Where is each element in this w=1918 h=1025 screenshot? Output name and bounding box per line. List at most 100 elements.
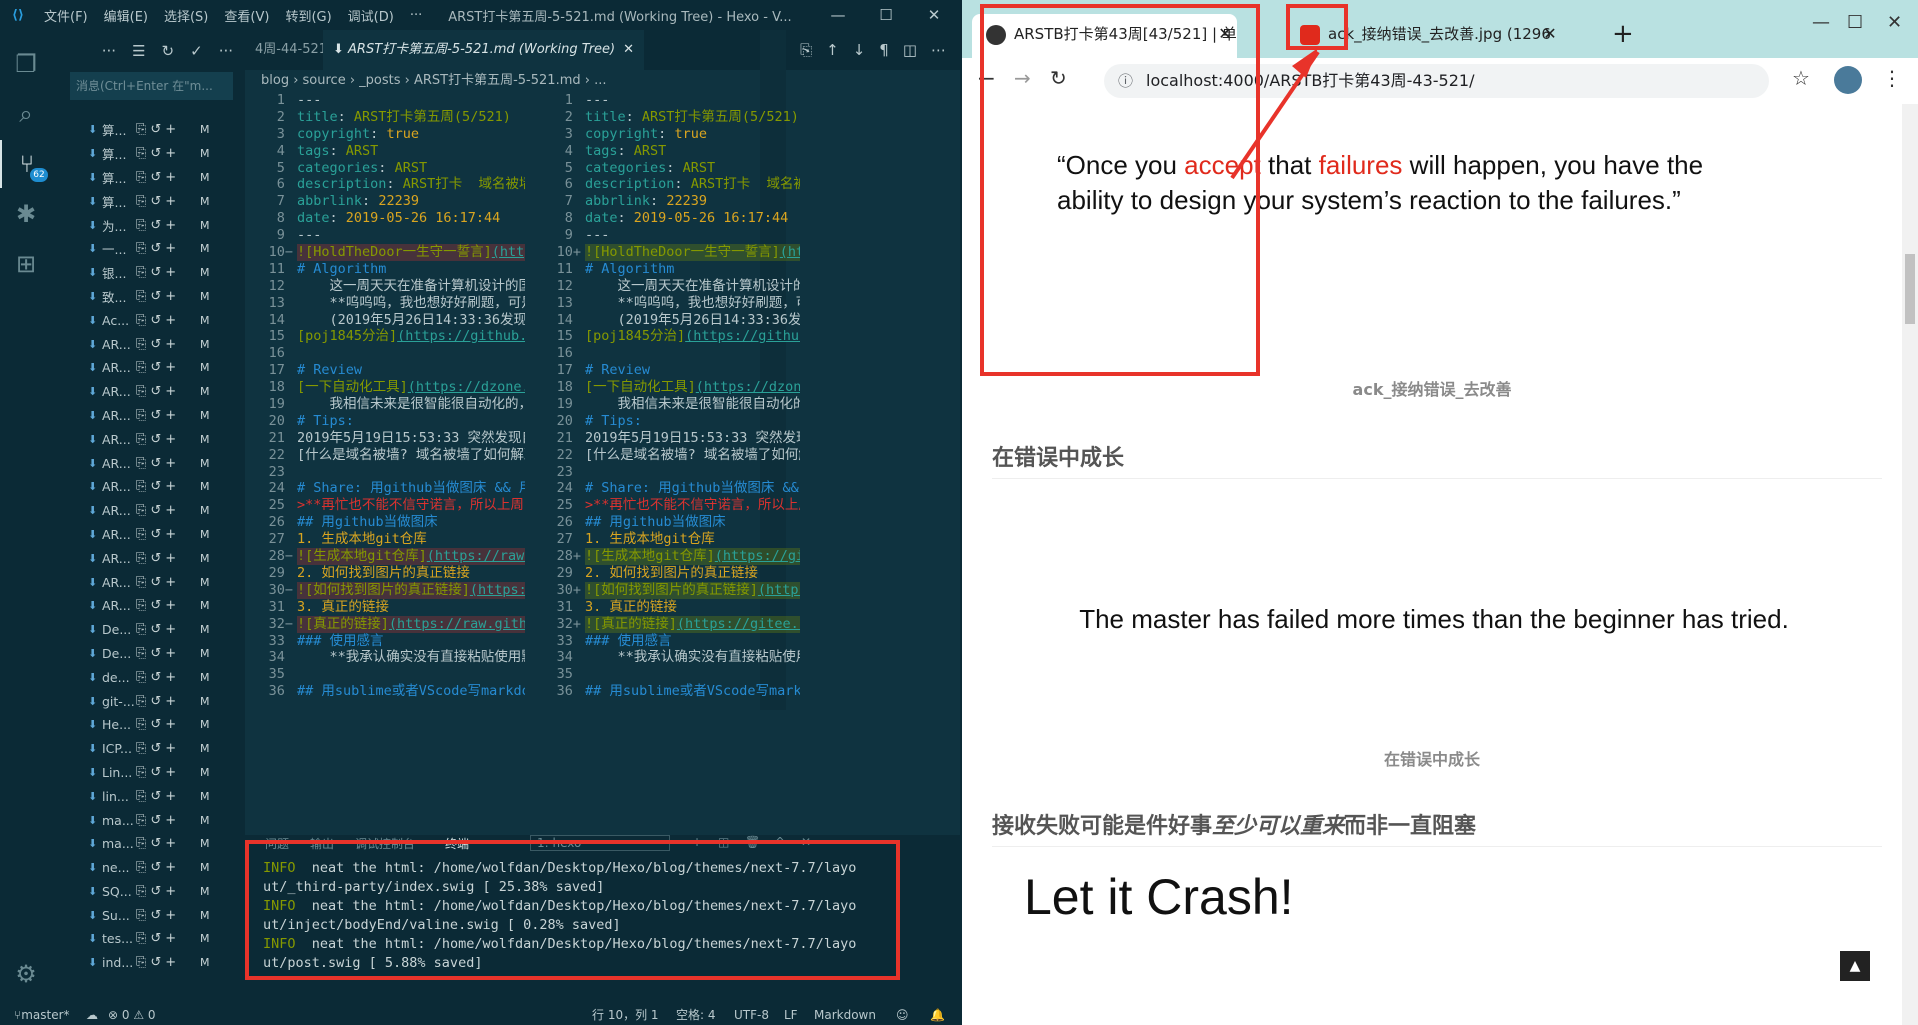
split-terminal-icon[interactable]: ◫ <box>718 835 729 849</box>
browser-tab-image[interactable]: ack_接纳错误_去改善.jpg (1296 ✕ <box>1290 16 1562 52</box>
scm-item-actions[interactable]: ⎘↺+ <box>136 408 200 423</box>
scm-item-actions[interactable]: ⎘↺+ <box>136 337 200 352</box>
profile-avatar[interactable] <box>1834 66 1862 94</box>
scm-item-actions[interactable]: ⎘↺+ <box>136 789 200 804</box>
menu-selection[interactable]: 选择(S) <box>156 6 216 25</box>
scm-item-actions[interactable]: ⎘↺+ <box>136 218 200 233</box>
scm-file-item[interactable]: ⬇ AR... ⎘↺+ M <box>52 523 245 547</box>
scm-file-item[interactable]: ⬇ De... ⎘↺+ M <box>52 618 245 642</box>
scm-more-icon[interactable]: ··· <box>102 42 116 60</box>
maximize-panel-icon[interactable]: ^ <box>775 835 785 849</box>
scm-file-item[interactable]: ⬇ 算... ⎘↺+ M <box>52 142 245 166</box>
scm-file-item[interactable]: ⬇ AR... ⎘↺+ M <box>52 570 245 594</box>
open-file-icon[interactable]: ⎘ <box>800 41 826 59</box>
diff-right-pane[interactable]: 1 2 3 4 5 6 7 8 9 10+ 11 12 13 14 15 16 1… <box>533 92 803 772</box>
extensions-icon[interactable]: ⊞ <box>0 240 52 288</box>
encoding-status[interactable]: UTF-8 <box>734 1005 769 1025</box>
scm-item-actions[interactable]: ⎘↺+ <box>136 836 200 851</box>
scm-item-actions[interactable]: ⎘↺+ <box>136 575 200 590</box>
back-arrow-icon[interactable]: ← <box>978 66 995 90</box>
bookmark-star-icon[interactable]: ☆ <box>1792 66 1810 90</box>
scm-file-item[interactable]: ⬇ AR... ⎘↺+ M <box>52 475 245 499</box>
scm-file-item[interactable]: ⬇ 为... ⎘↺+ M <box>52 213 245 237</box>
scm-item-actions[interactable]: ⎘↺+ <box>136 622 200 637</box>
next-change-icon[interactable]: ↓ <box>853 41 880 59</box>
terminal-select[interactable]: 1: hexo <box>530 835 670 851</box>
new-terminal-icon[interactable]: + <box>692 835 702 849</box>
scm-file-item[interactable]: ⬇ 算... ⎘↺+ M <box>52 118 245 142</box>
search-icon[interactable]: ⌕ <box>0 90 52 138</box>
kill-terminal-icon[interactable]: 🗑 <box>745 835 760 849</box>
scm-refresh-icon[interactable]: ↻ <box>162 42 175 60</box>
tab-week5-working-tree[interactable]: ⬇ ARST打卡第五周-5-521.md (Working Tree) ✕ <box>323 30 645 70</box>
scm-file-item[interactable]: ⬇ ne... ⎘↺+ M <box>52 856 245 880</box>
scm-file-item[interactable]: ⬇ AR... ⎘↺+ M <box>52 380 245 404</box>
chrome-menu-icon[interactable]: ⋮ <box>1882 66 1902 90</box>
scm-file-item[interactable]: ⬇ 致... ⎘↺+ M <box>52 285 245 309</box>
terminal-output[interactable]: INFO neat the html: /home/wolfdan/Deskto… <box>263 859 943 973</box>
scm-file-item[interactable]: ⬇ ind... ⎘↺+ M <box>52 951 245 975</box>
section-heading[interactable]: 在错误中成长 <box>992 440 1882 479</box>
scm-item-actions[interactable]: ⎘↺+ <box>136 456 200 471</box>
sync-icon[interactable]: ☁ <box>86 1005 98 1025</box>
notifications-bell-icon[interactable]: 🔔 <box>930 1005 945 1025</box>
scm-item-actions[interactable]: ⎘↺+ <box>136 432 200 447</box>
scm-file-item[interactable]: ⬇ ICP... ⎘↺+ M <box>52 737 245 761</box>
scm-file-item[interactable]: ⬇ AR... ⎘↺+ M <box>52 451 245 475</box>
tab-close-icon[interactable]: ✕ <box>1213 14 1237 54</box>
branch-status[interactable]: ⑂ master* <box>14 1005 70 1025</box>
scm-file-item[interactable]: ⬇ 算... ⎘↺+ M <box>52 166 245 190</box>
cursor-position[interactable]: 行 10，列 1 <box>592 1005 659 1025</box>
scm-item-actions[interactable]: ⎘↺+ <box>136 598 200 613</box>
scm-item-actions[interactable]: ⎘↺+ <box>136 717 200 732</box>
scm-item-actions[interactable]: ⎘↺+ <box>136 146 200 161</box>
minimize-icon[interactable]: — <box>1812 12 1830 33</box>
scm-item-actions[interactable]: ⎘↺+ <box>136 931 200 946</box>
scm-file-item[interactable]: ⬇ 银... ⎘↺+ M <box>52 261 245 285</box>
scm-file-item[interactable]: ⬇ 算... ⎘↺+ M <box>52 189 245 213</box>
split-editor-icon[interactable]: ◫ <box>903 41 931 59</box>
info-icon[interactable]: ⓘ <box>1118 64 1133 98</box>
scm-file-item[interactable]: ⬇ AR... ⎘↺+ M <box>52 499 245 523</box>
scm-file-item[interactable]: ⬇ Lin... ⎘↺+ M <box>52 761 245 785</box>
scm-item-actions[interactable]: ⎘↺+ <box>136 694 200 709</box>
menu-view[interactable]: 查看(V) <box>216 6 277 25</box>
debug-icon[interactable]: ✱ <box>0 190 52 238</box>
settings-gear-icon[interactable]: ⚙ <box>0 950 52 998</box>
breadcrumb[interactable]: blog › source › _posts › ARST打卡第五周-5-521… <box>245 70 960 92</box>
feedback-icon[interactable]: ☺ <box>896 1005 909 1025</box>
diff-left-pane[interactable]: 1 2 3 4 5 6 7 8 9 10− 11 12 13 14 15 16 1… <box>245 92 527 772</box>
eol-status[interactable]: LF <box>784 1005 798 1025</box>
commit-message-input[interactable]: 消息(Ctrl+Enter 在"m... <box>70 72 233 100</box>
scm-item-actions[interactable]: ⎘↺+ <box>136 527 200 542</box>
scm-file-item[interactable]: ⬇ De... ⎘↺+ M <box>52 642 245 666</box>
scm-item-actions[interactable]: ⎘↺+ <box>136 646 200 661</box>
scm-file-item[interactable]: ⬇ 一... ⎘↺+ M <box>52 237 245 261</box>
address-bar[interactable]: ⓘ localhost:4000/ARSTB打卡第43周-43-521/ <box>1104 64 1769 98</box>
scm-file-item[interactable]: ⬇ Su... ⎘↺+ M <box>52 903 245 927</box>
editor-more-icon[interactable]: ⋯ <box>931 41 960 59</box>
explorer-icon[interactable]: ❐ <box>0 40 52 88</box>
prev-change-icon[interactable]: ↑ <box>826 41 853 59</box>
scrollbar-thumb[interactable] <box>1905 254 1915 324</box>
maximize-icon[interactable]: ☐ <box>1847 12 1863 33</box>
menu-go[interactable]: 转到(G) <box>277 6 339 25</box>
scm-item-actions[interactable]: ⎘↺+ <box>136 765 200 780</box>
tab-close-icon[interactable]: ✕ <box>1538 16 1562 52</box>
scm-item-actions[interactable]: ⎘↺+ <box>136 551 200 566</box>
browser-tab-post[interactable]: ARSTB打卡第43周[43/521] | 单 ✕ <box>972 14 1237 64</box>
scm-file-item[interactable]: ⬇ ma... ⎘↺+ M <box>52 808 245 832</box>
scm-item-actions[interactable]: ⎘↺+ <box>136 860 200 875</box>
scm-item-actions[interactable]: ⎘↺+ <box>136 670 200 685</box>
language-mode[interactable]: Markdown <box>814 1005 876 1025</box>
scm-item-actions[interactable]: ⎘↺+ <box>136 170 200 185</box>
scm-file-item[interactable]: ⬇ AR... ⎘↺+ M <box>52 404 245 428</box>
scm-item-actions[interactable]: ⎘↺+ <box>136 884 200 899</box>
maximize-icon[interactable]: ☐ <box>866 0 906 30</box>
scm-file-item[interactable]: ⬇ AR... ⎘↺+ M <box>52 427 245 451</box>
scm-file-item[interactable]: ⬇ AR... ⎘↺+ M <box>52 594 245 618</box>
tab-close-icon[interactable]: ✕ <box>623 42 634 57</box>
scm-file-item[interactable]: ⬇ git-... ⎘↺+ M <box>52 689 245 713</box>
scm-file-item[interactable]: ⬇ He... ⎘↺+ M <box>52 713 245 737</box>
scm-file-item[interactable]: ⬇ ma... ⎘↺+ M <box>52 832 245 856</box>
